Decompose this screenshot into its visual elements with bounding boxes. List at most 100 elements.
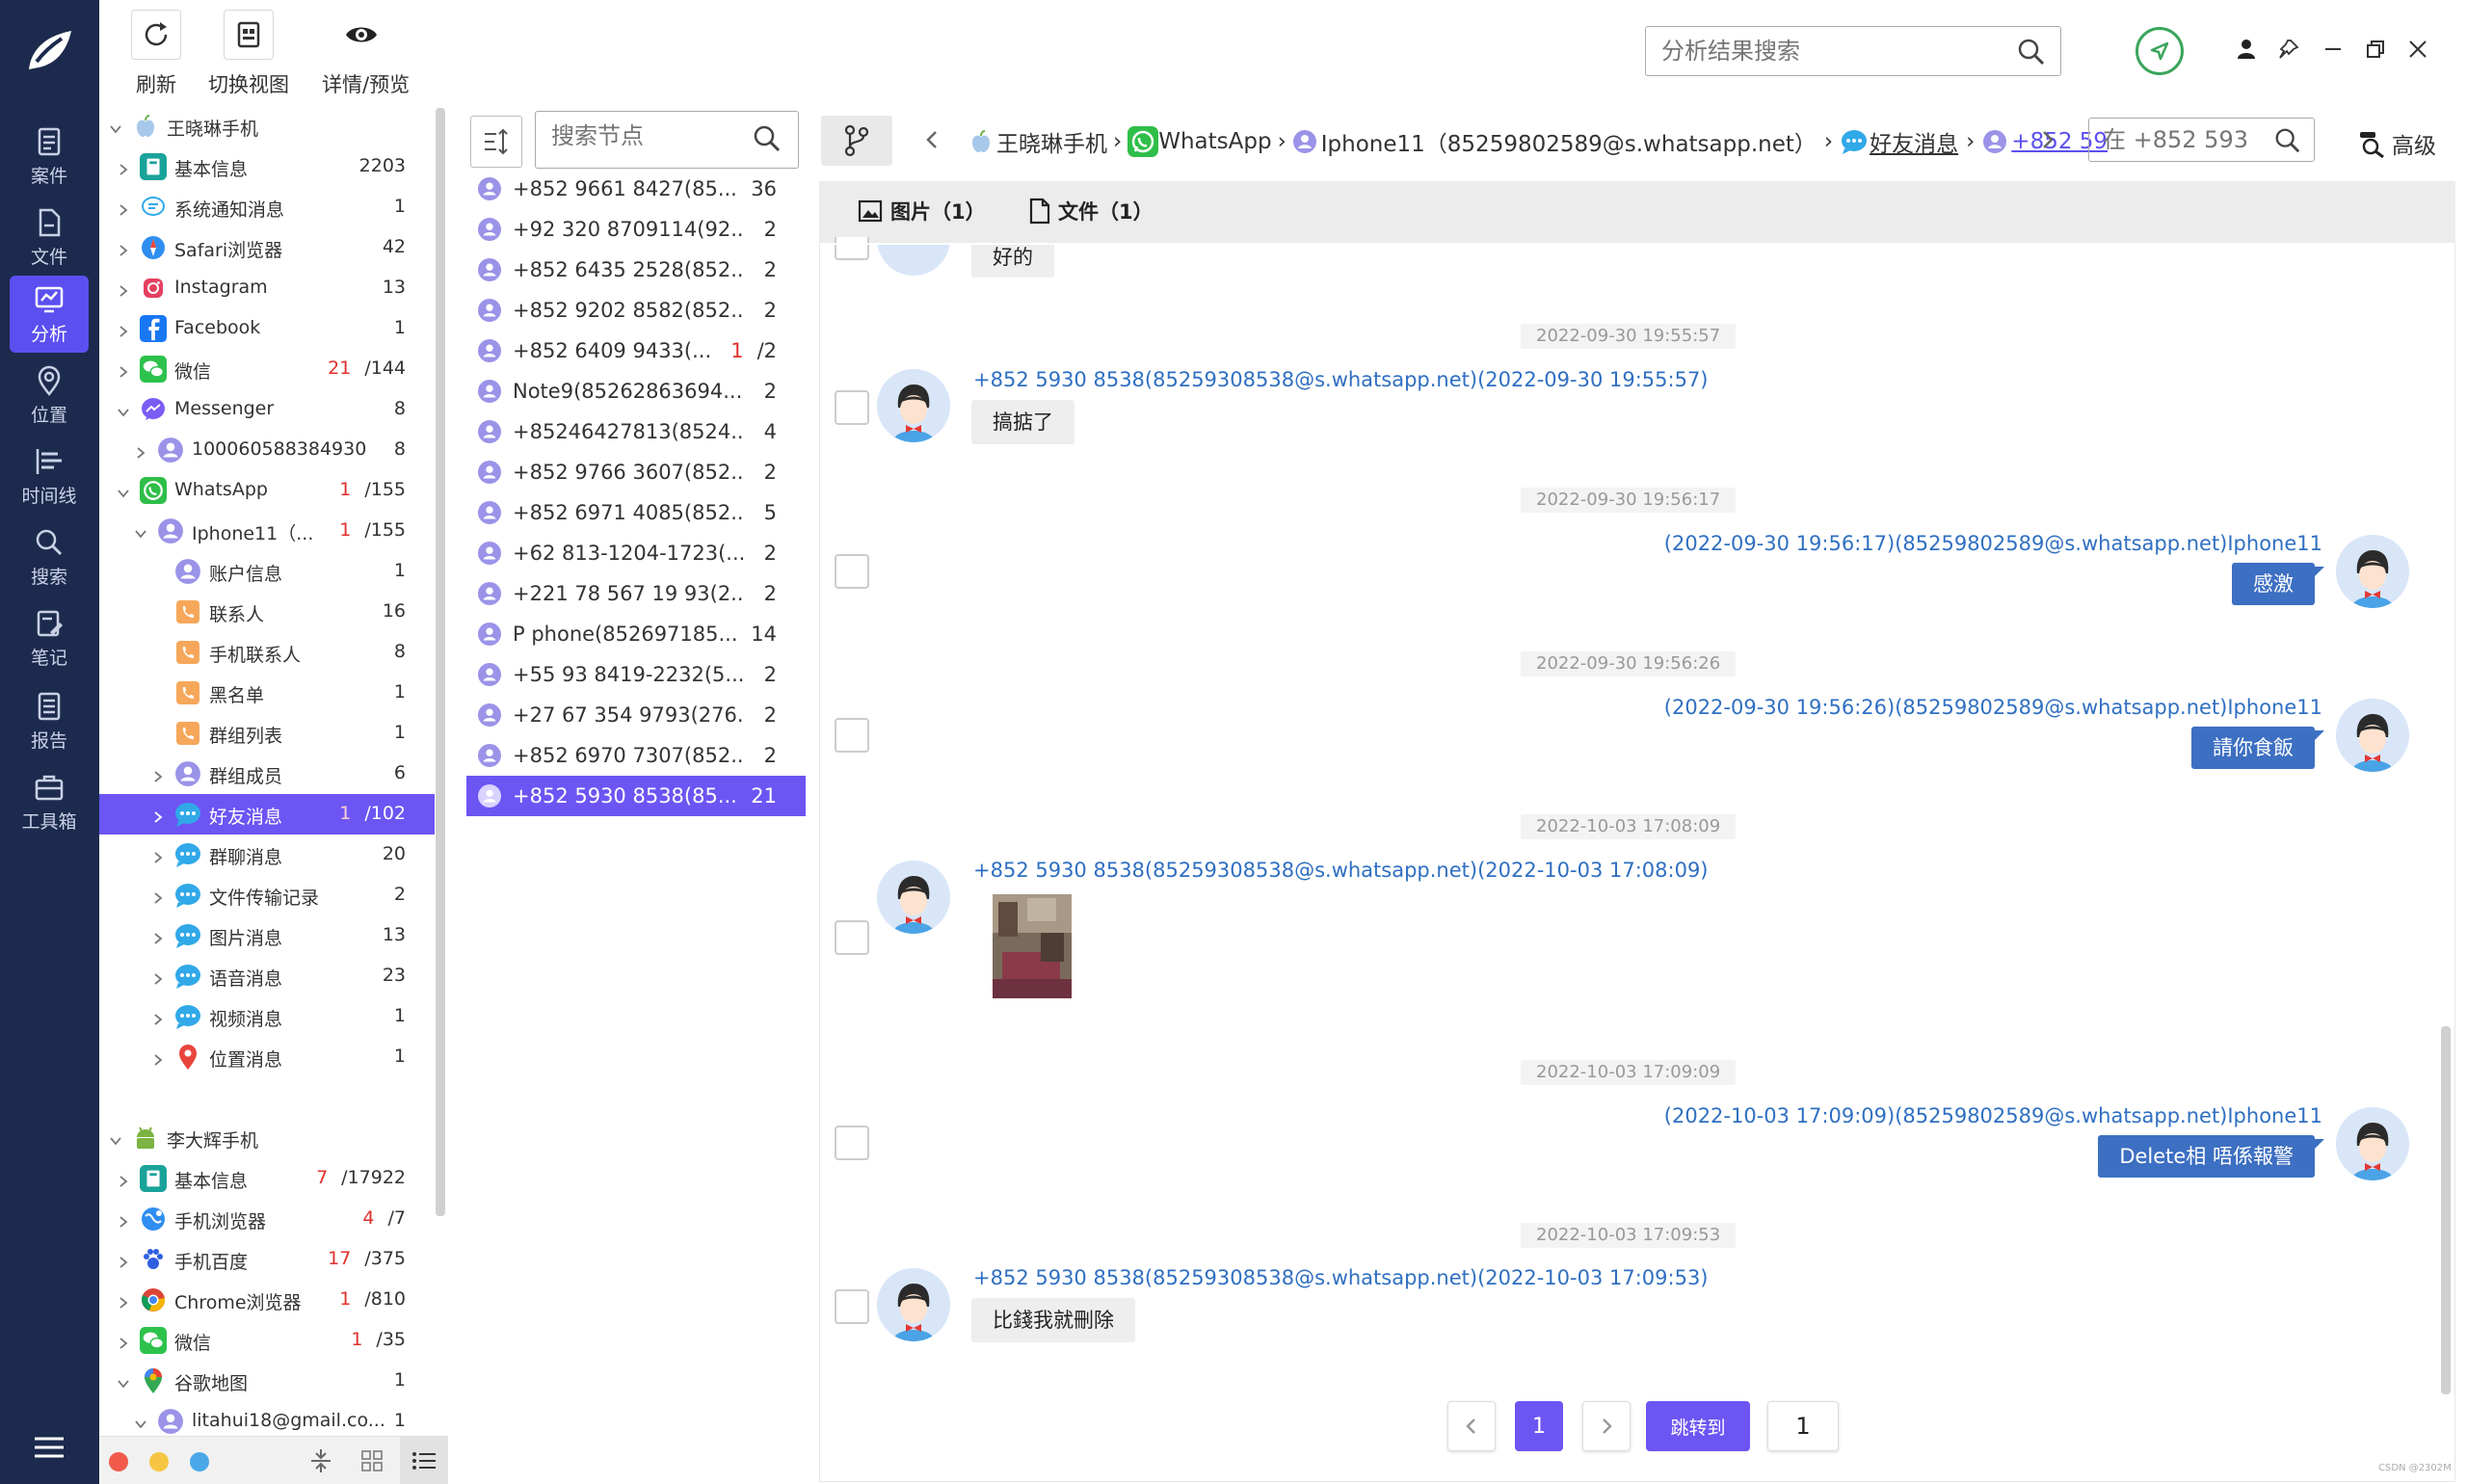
- nav-search[interactable]: 搜索: [10, 518, 89, 596]
- chevron-right-icon[interactable]: [151, 767, 165, 782]
- tree-node[interactable]: 基本信息 7/17922: [99, 1158, 435, 1199]
- conversation-search-box[interactable]: [2088, 118, 2315, 162]
- tree-node[interactable]: 手机百度 17/375: [99, 1239, 435, 1280]
- tree-scrollbar[interactable]: [436, 108, 445, 1216]
- tree-node[interactable]: 谷歌地图 1: [99, 1361, 435, 1401]
- tree-node[interactable]: Messenger 8: [99, 389, 435, 430]
- message-checkbox[interactable]: [835, 718, 869, 753]
- message-sender[interactable]: +852 5930 8538(85259308538@s.whatsapp.ne…: [973, 1266, 1709, 1289]
- chevron-right-icon[interactable]: [117, 1293, 130, 1309]
- tree-node[interactable]: 账户信息 1: [99, 551, 435, 592]
- tree-node[interactable]: 系统通知消息 1: [99, 187, 435, 227]
- minimize-icon[interactable]: [2319, 35, 2348, 64]
- chevron-right-icon[interactable]: [151, 1050, 165, 1066]
- contact-row[interactable]: +27 67 354 9793(276... 2: [466, 695, 806, 735]
- tree-node[interactable]: 微信 21/144: [99, 349, 435, 389]
- chevron-down-icon[interactable]: [109, 119, 122, 134]
- tree-node[interactable]: 视频消息 1: [99, 996, 435, 1037]
- contact-row[interactable]: P phone(852697185... 14: [466, 614, 806, 654]
- tree-node[interactable]: 手机联系人 8: [99, 632, 435, 673]
- tree-node[interactable]: 基本信息 2203: [99, 146, 435, 187]
- tree-node[interactable]: 100060588384930 8: [99, 430, 435, 470]
- chevron-right-icon[interactable]: [117, 1212, 130, 1228]
- message-checkbox[interactable]: [835, 554, 869, 589]
- message-checkbox[interactable]: [835, 920, 869, 955]
- tree-node[interactable]: 文件传输记录 2: [99, 875, 435, 915]
- contact-row[interactable]: +852 6971 4085(852... 5: [466, 492, 806, 533]
- tree-node[interactable]: 好友消息 1/102: [99, 794, 435, 835]
- nav-case[interactable]: 案件: [10, 118, 89, 195]
- chevron-right-icon[interactable]: [117, 281, 130, 297]
- nav-timeline[interactable]: 时间线: [10, 437, 89, 515]
- advanced-search-button[interactable]: 高级: [2357, 127, 2436, 160]
- branch-button[interactable]: [821, 116, 892, 166]
- chevron-down-icon[interactable]: [117, 484, 130, 498]
- contact-row[interactable]: +62 813-1204-1723(... 2: [466, 533, 806, 573]
- tree-node[interactable]: 群组列表 1: [99, 713, 435, 754]
- list-view-button[interactable]: [400, 1437, 448, 1484]
- tree-node[interactable]: 图片消息 13: [99, 915, 435, 956]
- breadcrumb-category[interactable]: 好友消息: [1870, 125, 1958, 158]
- nav-toolbox[interactable]: 工具箱: [10, 763, 89, 840]
- chevron-right-icon[interactable]: [134, 443, 147, 459]
- tree-node[interactable]: 黑名单 1: [99, 673, 435, 713]
- image-attachment-thumbnail[interactable]: [993, 894, 1072, 998]
- contact-row[interactable]: +852 6970 7307(852... 2: [466, 735, 806, 776]
- nav-analysis[interactable]: 分析: [10, 276, 89, 353]
- tree-node[interactable]: 群聊消息 20: [99, 835, 435, 875]
- tree-node[interactable]: 微信 1/35: [99, 1320, 435, 1361]
- message-checkbox[interactable]: [835, 1126, 869, 1160]
- tree-node[interactable]: 联系人 16: [99, 592, 435, 632]
- prev-page-button[interactable]: [1447, 1401, 1496, 1451]
- refresh-button[interactable]: 刷新: [131, 10, 181, 98]
- tree-node[interactable]: 位置消息 1: [99, 1037, 435, 1077]
- yellow-dot-icon[interactable]: [149, 1452, 169, 1471]
- message-checkbox[interactable]: [835, 237, 869, 260]
- nav-files[interactable]: 文件: [10, 199, 89, 276]
- switch-view-button[interactable]: 切换视图: [208, 10, 289, 98]
- restore-icon[interactable]: [2361, 35, 2390, 64]
- search-icon[interactable]: [752, 123, 783, 154]
- chevron-right-icon[interactable]: [151, 1010, 165, 1025]
- breadcrumb-device[interactable]: 王晓琳手机: [996, 125, 1107, 158]
- tab-files[interactable]: 文件（1）: [1029, 197, 1154, 225]
- chevron-down-icon[interactable]: [134, 524, 147, 539]
- hamburger-menu-icon[interactable]: [33, 1433, 66, 1462]
- blue-dot-icon[interactable]: [190, 1452, 209, 1471]
- tree-node[interactable]: 群组成员 6: [99, 754, 435, 794]
- tree-node[interactable]: 李大辉手机: [99, 1118, 435, 1158]
- search-icon[interactable]: [2016, 37, 2047, 67]
- next-page-button[interactable]: [1582, 1401, 1631, 1451]
- chevron-right-icon[interactable]: [2039, 129, 2056, 150]
- grid-view-icon[interactable]: [361, 1450, 383, 1471]
- message-checkbox[interactable]: [835, 1289, 869, 1324]
- contact-row[interactable]: +221 78 567 19 93(2... 2: [466, 573, 806, 614]
- tree-node[interactable]: 王晓琳手机: [99, 106, 435, 146]
- chevron-right-icon[interactable]: [117, 1172, 130, 1187]
- pin-icon[interactable]: [2274, 35, 2303, 64]
- jump-page-input[interactable]: 1: [1767, 1401, 1839, 1451]
- contact-row[interactable]: +852 6435 2528(852... 2: [466, 250, 806, 290]
- user-icon[interactable]: [2232, 35, 2261, 64]
- contact-row[interactable]: +85246427813(8524... 4: [466, 411, 806, 452]
- chevron-right-icon[interactable]: [117, 241, 130, 256]
- contact-row[interactable]: +852 5930 8538(85... 21: [466, 776, 806, 816]
- breadcrumb-account[interactable]: Iphone11（85259802589@s.whatsapp.net）: [1321, 125, 1817, 158]
- chevron-right-icon[interactable]: [151, 969, 165, 985]
- message-sender[interactable]: +852 5930 8538(85259308538@s.whatsapp.ne…: [973, 859, 1709, 882]
- sort-button[interactable]: [470, 116, 522, 168]
- message-sender[interactable]: +852 5930 8538(85259308538@s.whatsapp.ne…: [973, 368, 1709, 391]
- tab-images[interactable]: 图片（1）: [858, 197, 986, 225]
- chevron-right-icon[interactable]: [151, 888, 165, 904]
- chevron-right-icon[interactable]: [117, 200, 130, 216]
- jump-to-page-button[interactable]: 跳转到: [1646, 1401, 1750, 1451]
- result-search-input[interactable]: [1661, 35, 2008, 67]
- contact-row[interactable]: +852 9766 3607(852... 2: [466, 452, 806, 492]
- chevron-right-icon[interactable]: [151, 929, 165, 944]
- chevron-right-icon[interactable]: [151, 808, 165, 823]
- chevron-right-icon[interactable]: [117, 1334, 130, 1349]
- contact-row[interactable]: +852 9202 8582(852... 2: [466, 290, 806, 331]
- tree-node[interactable]: WhatsApp 1/155: [99, 470, 435, 511]
- chevron-down-icon[interactable]: [134, 1415, 147, 1429]
- message-scrollbar[interactable]: [2441, 1026, 2451, 1394]
